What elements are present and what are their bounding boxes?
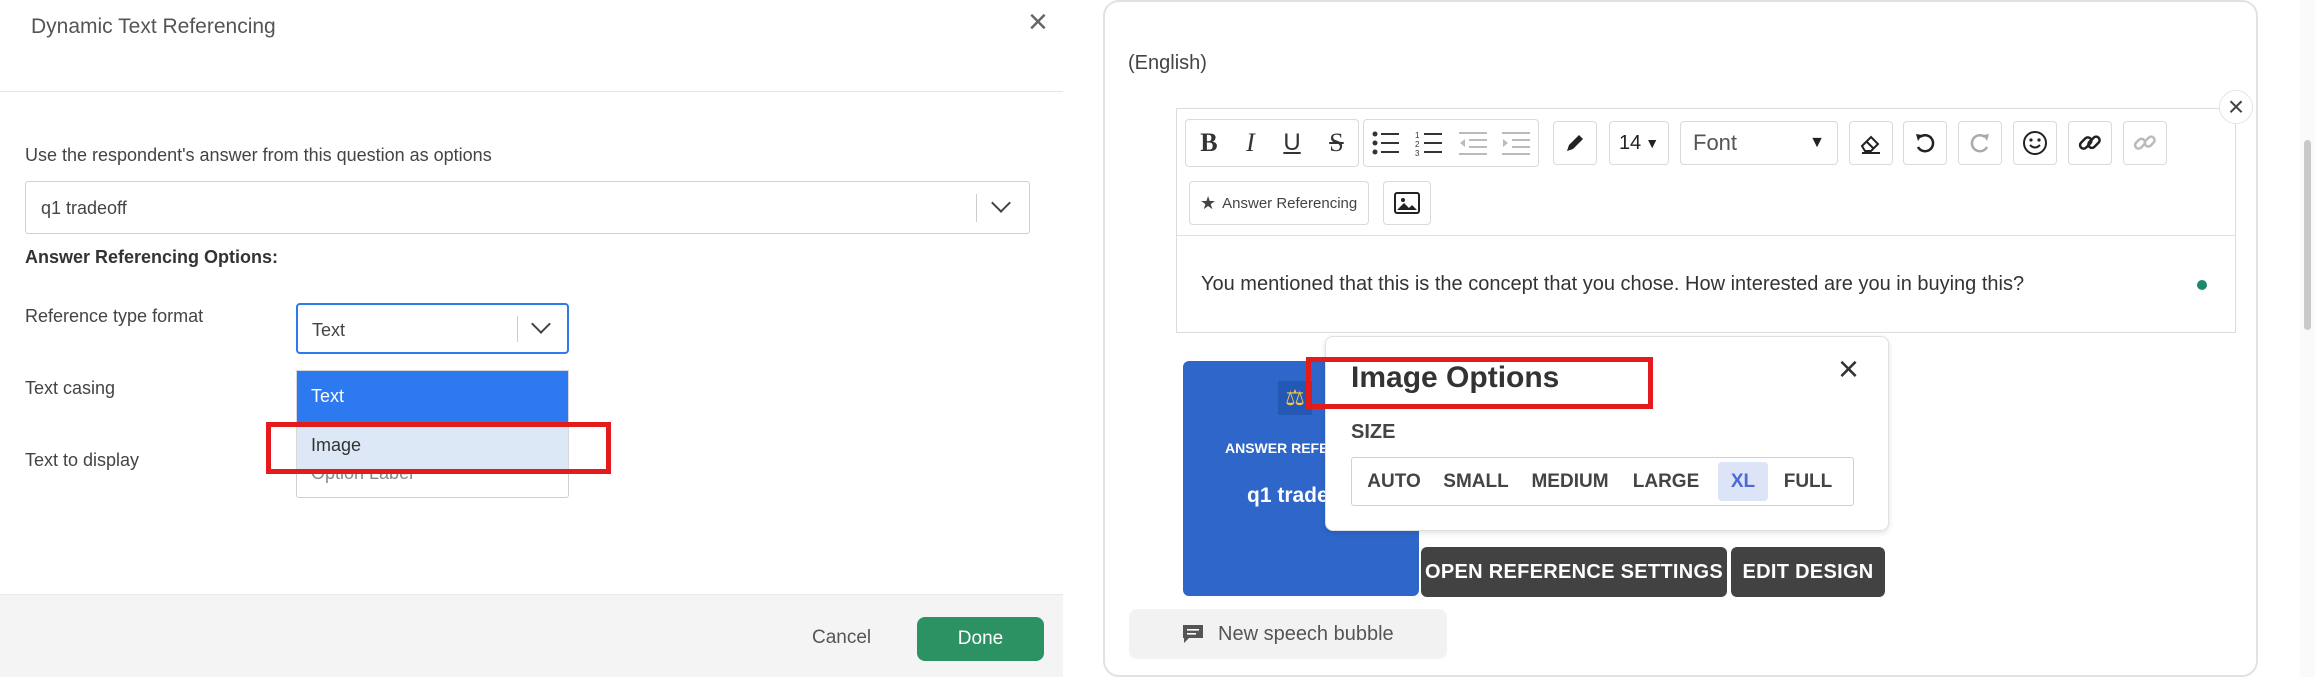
- answer-referencing-button[interactable]: ★ Answer Referencing: [1189, 181, 1369, 225]
- image-icon[interactable]: [1383, 181, 1431, 225]
- size-option-medium[interactable]: MEDIUM: [1522, 458, 1618, 505]
- highlight-box: [266, 422, 611, 474]
- link-icon[interactable]: [2068, 121, 2112, 165]
- svg-text:2: 2: [1415, 140, 1420, 149]
- chevron-down-icon[interactable]: [531, 314, 551, 334]
- open-reference-settings-button[interactable]: OPEN REFERENCE SETTINGS: [1421, 547, 1727, 597]
- speech-bubble-icon: [1183, 625, 1203, 643]
- size-option-small[interactable]: SMALL: [1436, 458, 1516, 505]
- language-label: (English): [1128, 52, 1207, 74]
- size-options-group: AUTO SMALL MEDIUM LARGE XL FULL: [1351, 457, 1854, 506]
- drag-handle-icon[interactable]: [1131, 206, 1145, 245]
- question-editor-panel: (English) B I U S 123 14 ▼ Font ▼ ★ Answ…: [1103, 0, 2258, 677]
- outdent-icon[interactable]: [1458, 130, 1487, 156]
- strikethrough-icon[interactable]: S: [1329, 128, 1343, 158]
- svg-text:1: 1: [1415, 131, 1420, 140]
- font-size-value: 14: [1618, 131, 1642, 154]
- new-speech-bubble-button[interactable]: New speech bubble: [1129, 609, 1447, 659]
- bold-icon[interactable]: B: [1200, 128, 1217, 158]
- svg-text:3: 3: [1415, 149, 1420, 156]
- question-label: Use the respondent's answer from this qu…: [25, 145, 492, 165]
- unlink-icon[interactable]: [2123, 121, 2167, 165]
- dynamic-text-referencing-modal: Dynamic Text Referencing × Use the respo…: [0, 0, 1063, 677]
- caret-down-icon: ▼: [1809, 134, 1825, 151]
- pen-icon[interactable]: [1553, 121, 1597, 165]
- eraser-icon[interactable]: [1849, 121, 1893, 165]
- underline-icon[interactable]: U: [1283, 129, 1300, 157]
- ref-type-value: Text: [312, 320, 346, 340]
- format-group: B I U S: [1185, 119, 1359, 167]
- numbered-list-icon[interactable]: 123: [1415, 130, 1443, 156]
- cancel-button[interactable]: Cancel: [812, 627, 871, 649]
- italic-icon[interactable]: I: [1246, 128, 1255, 158]
- list-group: 123: [1363, 119, 1539, 167]
- select-separator: [517, 316, 518, 342]
- font-family-select[interactable]: Font ▼: [1680, 121, 1838, 165]
- rich-text-editor: B I U S 123 14 ▼ Font ▼ ★ Answer Referen…: [1176, 108, 2236, 333]
- drag-handle-icon[interactable]: [1131, 466, 1145, 505]
- star-icon: ★: [1200, 192, 1217, 213]
- redo-icon[interactable]: [1958, 121, 2002, 165]
- question-select-value: q1 tradeoff: [41, 198, 127, 218]
- edit-design-button[interactable]: EDIT DESIGN: [1731, 547, 1885, 597]
- close-icon[interactable]: ×: [2219, 90, 2253, 124]
- size-option-auto[interactable]: AUTO: [1360, 458, 1428, 505]
- ref-type-select[interactable]: Text: [296, 303, 569, 354]
- dropdown-option-label: Text: [311, 386, 345, 406]
- size-option-xl[interactable]: XL: [1718, 462, 1768, 501]
- undo-icon[interactable]: [1903, 121, 1947, 165]
- card-value: q1 trade: [1247, 484, 1329, 507]
- size-option-full[interactable]: FULL: [1774, 458, 1842, 505]
- ref-type-label: Reference type format: [25, 306, 204, 326]
- size-option-large[interactable]: LARGE: [1624, 458, 1708, 505]
- done-button[interactable]: Done: [917, 617, 1044, 661]
- answer-referencing-label: Answer Referencing: [1222, 194, 1358, 212]
- bullet-list-icon[interactable]: [1372, 130, 1400, 156]
- card-label: ANSWER REFE: [1225, 440, 1329, 456]
- chevron-down-icon[interactable]: [991, 193, 1011, 213]
- question-select[interactable]: q1 tradeoff: [25, 181, 1030, 234]
- modal-title: Dynamic Text Referencing: [31, 15, 276, 38]
- indent-icon[interactable]: [1502, 130, 1531, 156]
- scrollbar-track[interactable]: [2300, 0, 2315, 677]
- size-label: SIZE: [1351, 421, 1396, 443]
- font-size-select[interactable]: 14 ▼: [1609, 121, 1669, 165]
- options-heading: Answer Referencing Options:: [25, 247, 279, 267]
- modal-footer: Cancel Done: [0, 594, 1063, 677]
- status-dot: [2197, 280, 2207, 290]
- divider: [0, 91, 1063, 92]
- text-display-label: Text to display: [25, 450, 140, 470]
- caret-down-icon: ▼: [1645, 135, 1660, 151]
- close-icon[interactable]: ×: [1028, 5, 1048, 39]
- speech-bubble-label: New speech bubble: [1218, 623, 1394, 645]
- close-icon[interactable]: ×: [1838, 351, 1859, 387]
- dropdown-option-text[interactable]: Text: [297, 371, 568, 422]
- text-casing-label: Text casing: [25, 378, 116, 398]
- toolbar-divider: [1177, 235, 2235, 236]
- highlight-box: [1306, 357, 1653, 409]
- emoji-icon[interactable]: [2013, 121, 2057, 165]
- select-separator: [976, 194, 977, 222]
- scrollbar-thumb[interactable]: [2304, 140, 2311, 330]
- font-family-value: Font: [1693, 130, 1738, 155]
- question-body-text[interactable]: You mentioned that this is the concept t…: [1201, 273, 2024, 296]
